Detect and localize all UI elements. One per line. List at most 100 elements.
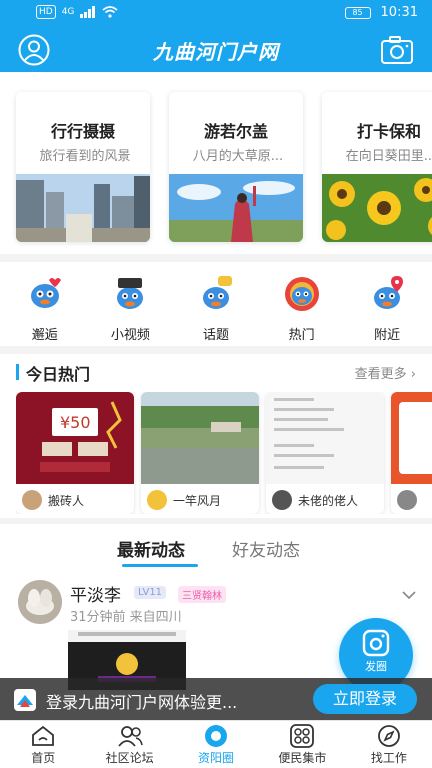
avatar-flower-image — [18, 580, 62, 624]
tab-indicator — [122, 564, 198, 567]
chevron-down-icon[interactable] — [402, 590, 416, 600]
camera-square-icon — [362, 629, 390, 657]
login-prompt: 登录九曲河门户网体验更... — [46, 693, 238, 712]
mascot-heart-icon — [30, 278, 61, 308]
avatar — [147, 490, 167, 510]
camera-icon[interactable] — [380, 34, 414, 66]
tab-friends[interactable]: 好友动态 — [232, 536, 300, 561]
mascot-topic-icon — [202, 276, 232, 309]
hot-item[interactable]: 一竿风月 — [141, 392, 259, 514]
card-title: 游若尔盖 — [203, 122, 268, 141]
feature-card[interactable]: 游若尔盖 八月的大草原... — [169, 92, 303, 242]
avatar — [22, 490, 42, 510]
card-subtitle: 八月的大草原... — [192, 149, 284, 164]
clock: 10:31 — [380, 5, 418, 20]
hd-indicator: HD — [36, 5, 56, 19]
see-more-label: 查看更多 — [354, 367, 407, 382]
grassland-photo — [169, 174, 303, 242]
card-title: 打卡保和 — [356, 122, 421, 141]
status-right: 85 10:31 — [344, 5, 418, 20]
status-bar: HD 4G 85 10:31 — [0, 0, 432, 26]
community-icon — [117, 726, 143, 747]
feature-card[interactable]: 行行摄摄 旅行看到的风景 — [16, 92, 150, 242]
quick-item-encounter[interactable]: 邂逅 — [10, 270, 80, 344]
status-left: HD 4G — [36, 5, 118, 19]
hot-user — [397, 490, 417, 510]
chevron-right-icon: › — [410, 367, 416, 382]
login-button[interactable]: 立即登录 — [313, 684, 417, 714]
wifi-icon — [102, 6, 118, 18]
hot-username: 未佬的佬人 — [298, 493, 359, 508]
quick-item-hot[interactable]: 热门 — [267, 270, 337, 344]
hot-item[interactable]: 未佬的佬人 — [266, 392, 384, 514]
mascot-lion-icon — [284, 277, 319, 311]
hot-title: 今日热门 — [26, 365, 91, 384]
rank-badge: 三贤翰林 — [178, 586, 226, 603]
hot-username: 搬砖人 — [48, 493, 85, 508]
nav-jobs[interactable]: 找工作 — [346, 721, 432, 768]
mascot-location-icon — [374, 276, 404, 309]
nav-ziyang-circle[interactable]: 资阳圈 — [173, 721, 259, 768]
circle-icon — [205, 725, 228, 747]
post-author[interactable]: 平淡李 — [70, 581, 121, 606]
level-badge: LV11 — [134, 586, 167, 599]
fab-label: 发圈 — [365, 660, 387, 673]
mascot-video-icon — [117, 278, 144, 309]
battery-icon: 85 — [344, 6, 371, 19]
compass-icon — [377, 725, 400, 747]
hot-list: ¥50 搬砖人 一竿风月 未佬的佬人 — [16, 392, 432, 514]
nav-market[interactable]: 便民集市 — [259, 721, 345, 768]
quick-label: 话题 — [202, 328, 229, 343]
hot-item[interactable] — [391, 392, 432, 514]
quick-entries: 邂逅 小视频 话题 热门 附近 — [0, 270, 432, 344]
section-accent-bar — [16, 364, 19, 380]
city-photo — [16, 174, 150, 242]
avatar[interactable] — [18, 580, 62, 624]
riverside-photo — [141, 392, 259, 484]
feed-tabs: 最新动态 好友动态 — [0, 530, 432, 570]
hot-username: 一竿风月 — [173, 493, 222, 508]
sunflower-photo — [322, 174, 432, 242]
hot-user: 搬砖人 — [22, 490, 84, 510]
hot-item[interactable]: ¥50 搬砖人 — [16, 392, 134, 514]
app-logo-icon — [14, 689, 36, 711]
hot-section-header: 今日热门 查看更多 › — [0, 356, 432, 388]
signal-label: 4G — [61, 7, 75, 17]
quick-label: 小视频 — [110, 328, 150, 343]
card-title: 行行摄摄 — [50, 122, 115, 141]
signal-icon — [80, 6, 96, 18]
card-subtitle: 旅行看到的风景 — [39, 149, 131, 164]
nav-label: 便民集市 — [278, 751, 327, 765]
tab-latest[interactable]: 最新动态 — [117, 536, 185, 561]
grid-icon — [290, 724, 315, 748]
nav-label: 首页 — [31, 751, 56, 765]
feature-card[interactable]: 打卡保和 在向日葵田里... — [322, 92, 432, 242]
see-more-link[interactable]: 查看更多 › — [355, 363, 416, 382]
nav-label: 社区论坛 — [105, 751, 154, 765]
nav-label: 资阳圈 — [198, 751, 235, 765]
quick-label: 附近 — [374, 328, 401, 343]
nav-home[interactable]: 首页 — [0, 721, 86, 768]
section-divider — [0, 346, 432, 354]
card-subtitle: 在向日葵田里... — [345, 149, 432, 164]
hot-user: 未佬的佬人 — [272, 490, 358, 510]
feature-cards: 行行摄摄 旅行看到的风景 游若尔盖 八月的大草原... 打卡保和 在向日葵田里.… — [0, 84, 432, 250]
bottom-nav: 首页 社区论坛 资阳圈 便民集市 找工作 — [0, 720, 432, 768]
avatar — [272, 490, 292, 510]
quick-item-nearby[interactable]: 附近 — [352, 270, 422, 344]
section-divider — [0, 254, 432, 262]
quick-label: 邂逅 — [31, 328, 58, 343]
quick-item-short-video[interactable]: 小视频 — [95, 270, 165, 344]
promo-photo: ¥50 — [16, 392, 134, 484]
app-title: 九曲河门户网 — [153, 40, 279, 64]
hot-user: 一竿风月 — [147, 490, 221, 510]
home-icon — [32, 725, 55, 746]
screenshot-photo — [266, 392, 384, 484]
phone-photo — [391, 392, 432, 484]
section-divider — [0, 518, 432, 524]
post-meta: 31分钟前 来自四川 — [70, 610, 182, 625]
quick-item-topic[interactable]: 话题 — [181, 270, 251, 344]
nav-forum[interactable]: 社区论坛 — [86, 721, 172, 768]
quick-label: 热门 — [288, 328, 315, 343]
app-header: 九曲河门户网 — [0, 26, 432, 72]
